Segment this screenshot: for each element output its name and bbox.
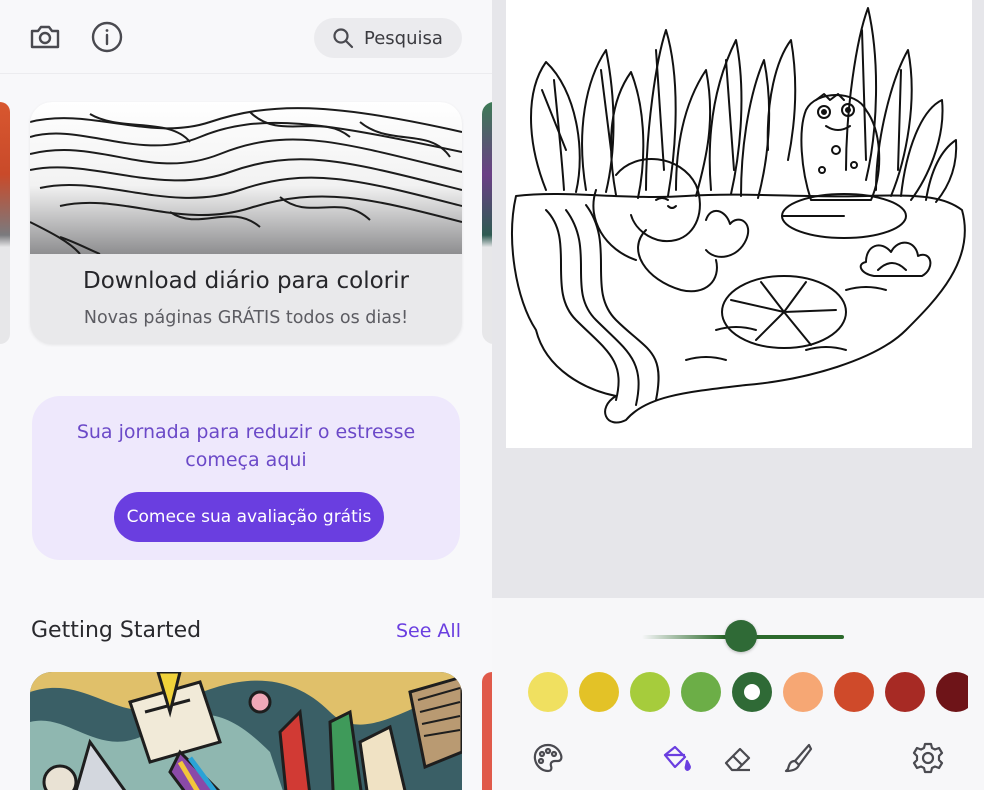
color-swatch[interactable] xyxy=(681,672,721,712)
start-trial-button[interactable]: Comece sua avaliação grátis xyxy=(114,492,384,542)
search-icon xyxy=(333,28,354,49)
see-all-link[interactable]: See All xyxy=(396,620,461,642)
coloring-screen xyxy=(492,0,984,790)
getting-started-card[interactable] xyxy=(30,672,462,790)
coloring-toolbar xyxy=(492,598,984,790)
info-icon[interactable] xyxy=(90,20,124,54)
getting-started-artwork xyxy=(30,672,462,790)
color-swatch[interactable] xyxy=(579,672,619,712)
promo-text-line2: começa aqui xyxy=(185,449,307,471)
color-swatch[interactable] xyxy=(528,672,568,712)
camera-icon[interactable] xyxy=(28,20,62,54)
color-swatch[interactable] xyxy=(783,672,823,712)
carousel-peek-right-2[interactable] xyxy=(482,672,492,790)
color-palette xyxy=(528,672,968,712)
paint-bucket-icon[interactable] xyxy=(658,740,694,776)
daily-card-title: Download diário para colorir xyxy=(83,268,409,294)
color-swatch[interactable] xyxy=(885,672,925,712)
daily-card-artwork xyxy=(30,102,462,254)
color-swatch[interactable] xyxy=(630,672,670,712)
library-screen: Pesquisa Download diário para colorir No… xyxy=(0,0,492,790)
eraser-icon[interactable] xyxy=(720,740,756,776)
promo-text: Sua jornada para reduzir o estresse come… xyxy=(0,418,492,474)
color-swatch[interactable] xyxy=(732,672,772,712)
brush-size-slider-handle[interactable] xyxy=(724,620,757,652)
section-title: Getting Started xyxy=(31,618,202,643)
color-swatch[interactable] xyxy=(936,672,968,712)
coloring-page-artwork xyxy=(511,7,966,424)
settings-gear-icon[interactable] xyxy=(910,740,946,776)
color-swatch[interactable] xyxy=(834,672,874,712)
brush-icon[interactable] xyxy=(780,740,816,776)
palette-icon[interactable] xyxy=(530,740,566,776)
promo-text-line1: Sua jornada para reduzir o estresse xyxy=(76,421,416,443)
top-bar: Pesquisa xyxy=(0,0,492,74)
coloring-canvas[interactable] xyxy=(506,0,972,448)
search-button[interactable]: Pesquisa xyxy=(314,18,462,58)
daily-card-subtitle: Novas páginas GRÁTIS todos os dias! xyxy=(83,308,409,328)
search-label: Pesquisa xyxy=(364,27,443,49)
